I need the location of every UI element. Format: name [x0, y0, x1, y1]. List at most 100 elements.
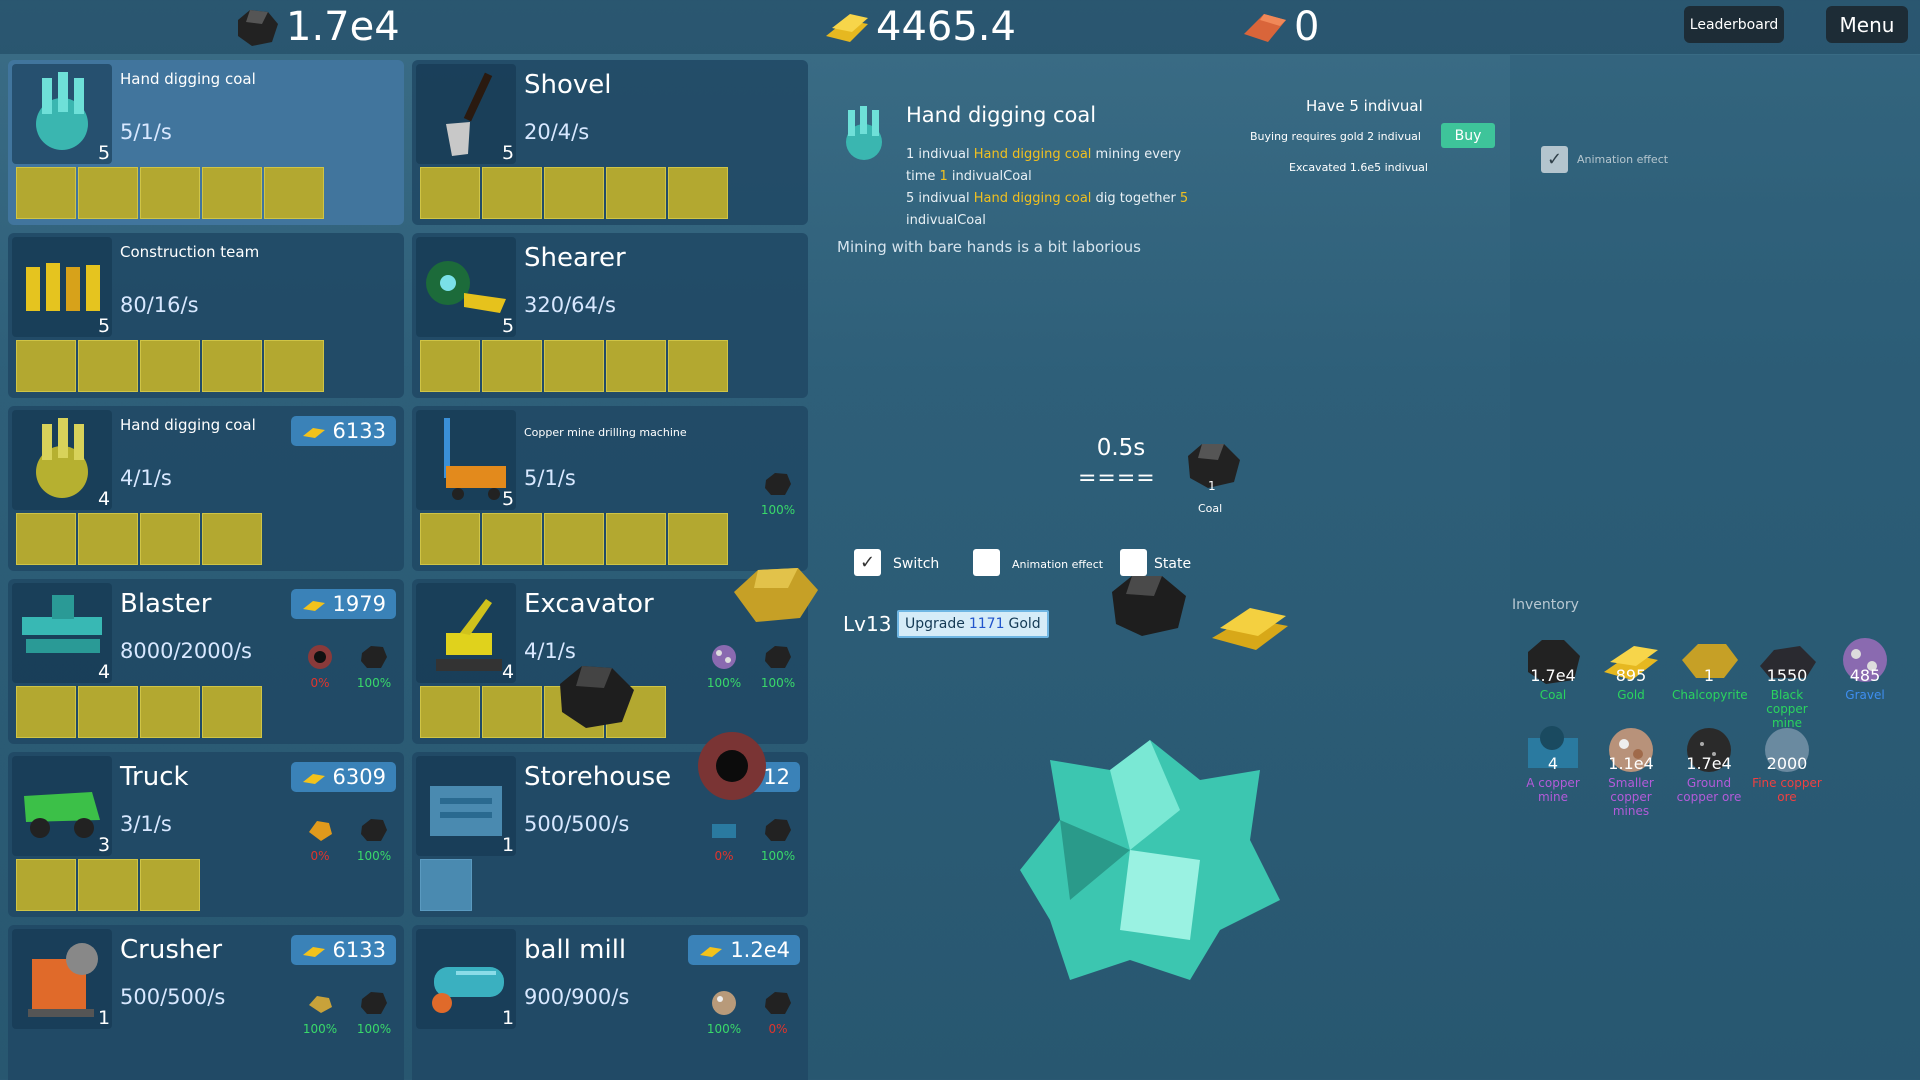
price-button[interactable]: 6309 [290, 762, 396, 792]
workers-icon [12, 237, 112, 337]
worker-slot [482, 340, 542, 392]
worker-slot [78, 859, 138, 911]
card-crusher[interactable]: 1 Crusher 500/500/s 6133 100% 100% [8, 925, 404, 1080]
price-button[interactable]: 1979 [290, 589, 396, 619]
worker-slots [420, 859, 472, 911]
machine-rate: 320/64/s [524, 293, 616, 317]
worker-slots [16, 859, 200, 911]
chalcopyrite-icon [309, 821, 332, 841]
copper-mine-icon [712, 824, 736, 838]
machine-rate: 3/1/s [120, 812, 172, 836]
copper-amount: 0 [1294, 4, 1320, 50]
inventory-item-ground-copper-ore[interactable]: 1.7e4 Ground copper ore [1672, 724, 1746, 804]
worker-slot [420, 859, 472, 911]
card-hand-digging-coal-2[interactable]: 4 Hand digging coal 4/1/s 6133 [8, 406, 404, 571]
coal-chunk-icon [560, 666, 634, 728]
card-construction-team[interactable]: 5 Construction team 80/16/s [8, 233, 404, 398]
switch-label: Switch [893, 556, 940, 572]
output-qty: 1 [1208, 479, 1216, 493]
hand-icon [846, 106, 882, 160]
level-label: Lv13 [843, 612, 892, 636]
item-name: Gold [1617, 688, 1645, 702]
menu-button[interactable]: Menu [1826, 6, 1908, 43]
worker-slot [420, 513, 480, 565]
input-coal: 100% [354, 816, 394, 863]
card-truck[interactable]: 3 Truck 3/1/s 6309 0% 100% [8, 752, 404, 917]
text: 5 indivual [906, 191, 974, 206]
worker-slot [78, 686, 138, 738]
worker-slots [16, 686, 262, 738]
inventory-item-black-copper-mine[interactable]: 1550 Black copper mine [1750, 636, 1824, 730]
item-name: A copper mine [1526, 776, 1580, 804]
worker-slot [140, 167, 200, 219]
worker-slot [16, 686, 76, 738]
inventory-item-coal[interactable]: 1.7e4 Coal [1516, 636, 1590, 702]
gold-bar-icon [302, 947, 325, 957]
input-percent: 0% [714, 849, 734, 863]
price-button[interactable]: 6133 [290, 935, 396, 965]
animation-effect-checkbox-2[interactable] [973, 549, 1000, 576]
worker-slot [420, 340, 480, 392]
coal-icon [361, 646, 387, 668]
inventory-item-a-copper-mine[interactable]: 4 A copper mine [1516, 724, 1590, 804]
inventory-item-fine-copper-ore[interactable]: 2000 Fine copper ore [1750, 724, 1824, 804]
truck-icon [12, 756, 112, 856]
input-percent: 100% [760, 676, 796, 690]
worker-slot [78, 167, 138, 219]
card-shearer[interactable]: 5 Shearer 320/64/s [412, 233, 808, 398]
worker-slot [78, 513, 138, 565]
highlight-text: 1 [939, 169, 948, 184]
machine-rate: 5/1/s [524, 466, 576, 490]
gold-resource: 4465.4 [822, 4, 1016, 50]
input-gravel: 100% [704, 989, 744, 1036]
worker-slot [78, 340, 138, 392]
coal-icon [765, 646, 791, 668]
price-value: 1.2e4 [730, 938, 790, 962]
worker-slots [16, 167, 324, 219]
worker-slot [140, 513, 200, 565]
input-list: 0% 100% [300, 816, 394, 863]
worker-slots [16, 340, 324, 392]
gold-bars-icon [1212, 608, 1288, 650]
worker-slot [140, 686, 200, 738]
inventory-item-gold[interactable]: 895 Gold [1594, 636, 1668, 702]
text: mining every [1091, 147, 1182, 162]
input-percent: 0% [310, 676, 330, 690]
card-shovel[interactable]: 5 Shovel 20/4/s [412, 60, 808, 225]
machine-title: Shovel [524, 70, 612, 100]
input-chalcopyrite: 0% [300, 816, 340, 863]
worker-slots [16, 513, 262, 565]
price-value: 6133 [332, 938, 386, 962]
worker-slot [544, 340, 604, 392]
machine-count: 3 [98, 834, 111, 856]
blaster-icon [12, 583, 112, 683]
item-name: Ground copper ore [1676, 776, 1742, 804]
machine-count: 5 [502, 488, 515, 510]
input-coal: 100% [758, 643, 798, 690]
worker-slot [202, 340, 262, 392]
inventory-item-chalcopyrite[interactable]: 1 Chalcopyrite [1672, 636, 1748, 702]
worker-slot [482, 513, 542, 565]
card-copper-mine-drilling-machine[interactable]: 5 Copper mine drilling machine 5/1/s 100… [412, 406, 808, 571]
card-blaster[interactable]: 4 Blaster 8000/2000/s 1979 0% 100% [8, 579, 404, 744]
switch-checkbox[interactable]: ✓ [854, 549, 881, 576]
worker-slot [482, 167, 542, 219]
crystal-icon[interactable] [1010, 730, 1290, 990]
buy-button[interactable]: Buy [1441, 123, 1495, 148]
inventory-item-gravel[interactable]: 485 Gravel [1828, 636, 1902, 702]
worker-slot [668, 167, 728, 219]
card-hand-digging-coal[interactable]: 5 Hand digging coal 5/1/s [8, 60, 404, 225]
copper-resource: 0 [1240, 4, 1319, 50]
price-button[interactable]: 1.2e4 [688, 935, 800, 965]
item-qty: 1.1e4 [1608, 754, 1654, 773]
price-button[interactable]: 6133 [290, 416, 396, 446]
item-name: Fine copper ore [1752, 776, 1822, 804]
gold-ore-icon [309, 996, 332, 1013]
leaderboard-button[interactable]: Leaderboard [1684, 6, 1784, 43]
input-list: 0% 100% [300, 643, 394, 690]
card-ball-mill[interactable]: 1 ball mill 900/900/s 1.2e4 100% 0% [412, 925, 808, 1080]
upgrade-button[interactable]: Upgrade 1171 Gold [897, 610, 1049, 638]
inventory-item-smaller-copper-mines[interactable]: 1.1e4 Smaller copper mines [1594, 724, 1668, 818]
upgrade-text: Upgrade [905, 616, 965, 632]
buy-requirement: Buying requires gold 2 indivual [1250, 130, 1421, 143]
